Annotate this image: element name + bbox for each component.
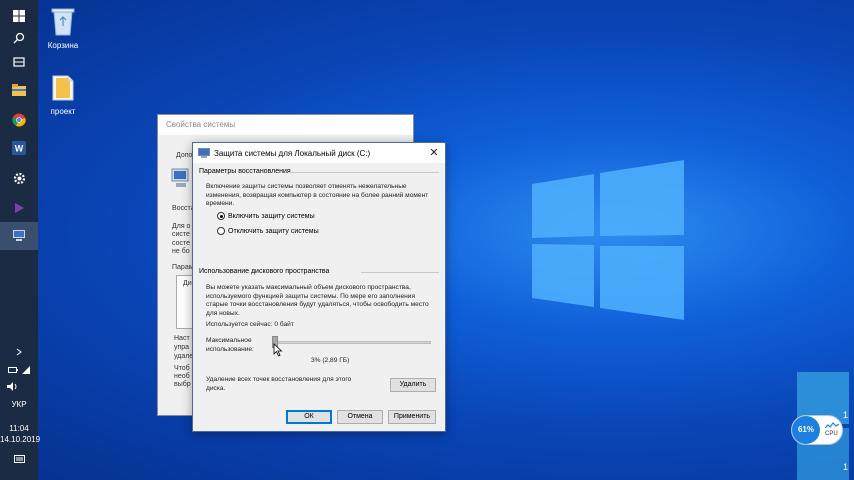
text-fragment: упра [174, 344, 190, 351]
folder-icon [52, 75, 74, 101]
max-usage-slider-track[interactable] [273, 341, 431, 344]
mouse-cursor-icon [273, 343, 283, 357]
text-fragment: удале [174, 353, 194, 360]
delete-button[interactable]: Удалить [390, 378, 436, 392]
volume-button[interactable] [0, 378, 38, 394]
section-disk-usage-title: Использование дискового пространства [199, 268, 330, 275]
tab-advanced-fragment[interactable]: Допо [176, 152, 192, 159]
word-icon: W [12, 141, 26, 155]
window-title: Свойства системы [158, 115, 413, 135]
text-fragment: необ [174, 373, 190, 380]
media-player-button[interactable] [0, 194, 38, 222]
search-icon [13, 32, 25, 44]
settings-button[interactable] [0, 164, 38, 192]
max-usage-value: 3% (2,89 ГБ) [311, 357, 350, 364]
dialog-titlebar[interactable]: Защита системы для Локальный диск (C:) [193, 143, 445, 163]
chrome-icon [12, 113, 26, 127]
desktop-icon-recycle-bin[interactable]: Корзина [38, 6, 88, 50]
radio-label: Отключить защиту системы [228, 227, 319, 235]
tray-row-network-battery[interactable] [0, 362, 38, 378]
word-button[interactable]: W [0, 134, 38, 162]
show-hidden-icons-button[interactable] [0, 344, 38, 360]
radio-selected-icon [217, 212, 225, 220]
restore-settings-description: Включение защиты системы позволяет отмен… [206, 183, 429, 208]
cpu-usage-widget[interactable]: 61% CPU [791, 415, 843, 445]
close-button[interactable]: ✕ [427, 146, 441, 160]
settings-gear-icon [13, 172, 25, 184]
desktop-icon-label: Корзина [47, 41, 79, 50]
recycle-bin-icon [51, 8, 75, 36]
desktop-icon-label: проект [50, 107, 76, 116]
radio-disable-protection[interactable]: Отключить защиту системы [217, 227, 319, 235]
tile-number: 1 [843, 462, 849, 472]
text-fragment: Парам [172, 264, 194, 271]
windows-start-icon [13, 10, 25, 22]
desktop-icon-project-folder[interactable]: проект [38, 72, 88, 116]
radio-enable-protection[interactable]: Включить защиту системы [217, 212, 315, 220]
system-properties-taskbar-button[interactable] [0, 222, 38, 250]
network-icon [22, 366, 30, 374]
volume-icon [7, 381, 17, 391]
text-fragment: выбр [174, 381, 191, 388]
svg-text:W: W [15, 144, 24, 154]
radio-unselected-icon [217, 227, 225, 235]
close-icon: ✕ [429, 147, 439, 159]
computer-icon [198, 148, 210, 158]
text-fragment: состе [172, 240, 190, 247]
text-fragment: систе [172, 231, 190, 238]
file-explorer-button[interactable] [0, 76, 38, 104]
cancel-button[interactable]: Отмена [337, 410, 383, 424]
system-protection-dialog[interactable]: Защита системы для Локальный диск (C:) ✕… [192, 142, 446, 432]
cpu-label: CPU [825, 431, 838, 437]
radio-label: Включить защиту системы [228, 212, 315, 220]
divider [361, 272, 439, 273]
action-center-button[interactable] [0, 452, 38, 468]
apply-button[interactable]: Применить [388, 410, 436, 424]
battery-icon [8, 367, 18, 373]
taskbar: W УКР 11:04 14.10.2019 [0, 0, 40, 480]
system-properties-icon [13, 230, 25, 241]
divider [289, 172, 439, 173]
task-view-icon [13, 57, 25, 67]
cpu-graph-icon [825, 422, 839, 429]
current-usage-text: Используется сейчас: 0 байт [206, 321, 294, 328]
text-fragment: Для о [172, 223, 191, 230]
max-usage-label: Максимальное использование: [206, 337, 254, 353]
disk-usage-description: Вы можете указать максимальный объем дис… [206, 284, 429, 317]
ok-button[interactable]: ОК [286, 410, 332, 424]
computer-shield-icon [171, 168, 189, 187]
chrome-button[interactable] [0, 106, 38, 134]
file-explorer-icon [12, 84, 26, 96]
task-view-button[interactable] [0, 48, 38, 76]
section-restore-settings-title: Параметры восстановления [199, 168, 291, 175]
text-fragment: не бо [172, 248, 190, 255]
text-fragment: Наст [174, 335, 190, 342]
tile-number: 1 [843, 410, 849, 420]
windows-logo-wallpaper [532, 160, 684, 320]
delete-description: Удаление всех точек восстановления для э… [206, 376, 352, 392]
chevron-right-icon [16, 348, 22, 356]
media-player-icon [15, 203, 24, 213]
dialog-title: Защита системы для Локальный диск (C:) [214, 148, 371, 158]
cpu-percent: 61% [792, 416, 820, 444]
clock-time[interactable]: 11:04 [0, 424, 38, 433]
clock-date[interactable]: 14.10.2019 [0, 435, 40, 444]
text-fragment: Чтоб [174, 365, 190, 372]
notification-icon [13, 455, 25, 463]
language-indicator[interactable]: УКР [0, 400, 38, 409]
